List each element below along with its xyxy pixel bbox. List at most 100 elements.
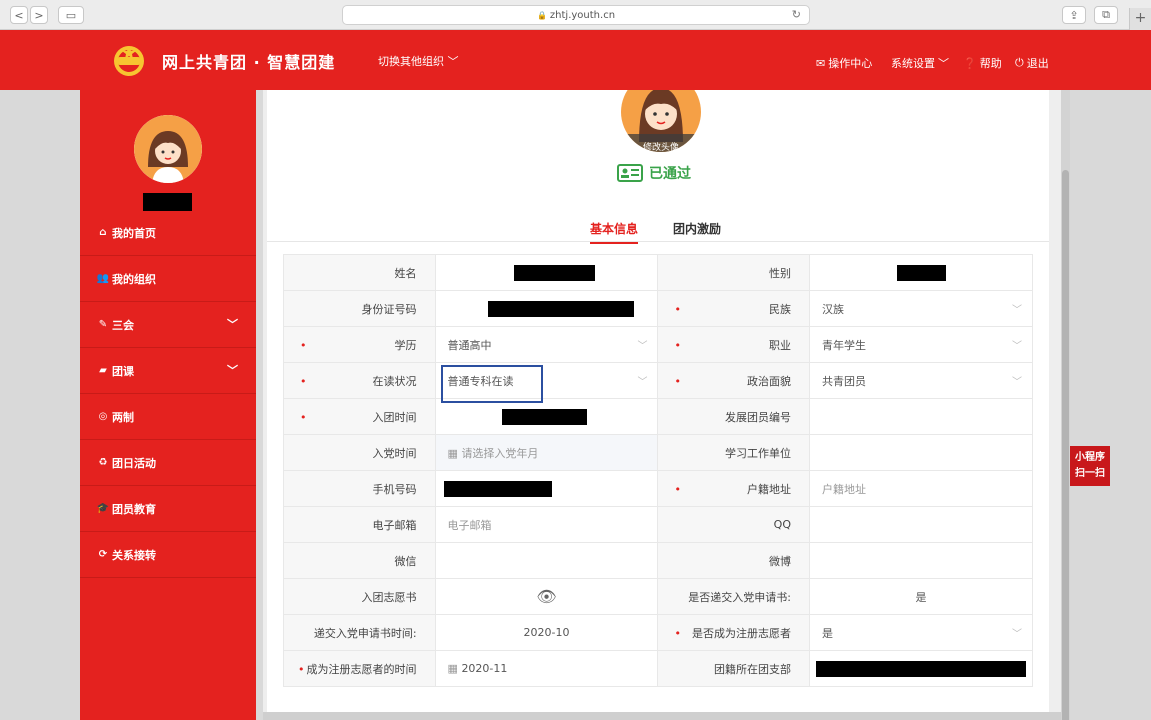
required-marker: • (300, 375, 307, 388)
target-icon: ◎ (98, 411, 108, 422)
redacted-block (443, 480, 552, 497)
wechat-input[interactable] (434, 542, 659, 579)
sidebar-toggle-icon[interactable]: ▭ (58, 6, 84, 24)
sidebar-item-member-education[interactable]: 🎓 团员教育 (80, 486, 256, 532)
email-input[interactable]: 电子邮箱 (434, 506, 659, 543)
id-number-field[interactable] (434, 290, 659, 327)
new-tab-button[interactable]: + (1129, 8, 1151, 30)
help-link[interactable]: ❓ 帮助 (963, 55, 1002, 71)
education-value: 普通高中 (447, 338, 492, 352)
recycle-icon: ♻ (98, 457, 108, 468)
share-icon[interactable]: ⇪ (1062, 6, 1086, 24)
ops-center-label: 操作中心 (828, 57, 873, 70)
email-label: 电子邮箱 (283, 506, 436, 543)
name-field[interactable] (434, 254, 659, 291)
qq-input[interactable] (809, 506, 1033, 543)
chevron-down-icon: ﹀ (637, 377, 648, 388)
status-text: 已通过 (649, 166, 691, 182)
volunteer-date-picker[interactable]: ▦ 2020-11 (434, 650, 659, 687)
league-branch-field[interactable] (809, 650, 1033, 687)
table-row: 入团志愿书 👁 是否递交入党申请书: 是 (283, 578, 1033, 615)
vertical-scrollbar[interactable] (1061, 90, 1070, 720)
sidebar-item-two-systems[interactable]: ◎ 两制 (80, 394, 256, 440)
member-number-field[interactable] (809, 398, 1033, 435)
tabs-overview-icon[interactable]: ⧉ (1094, 6, 1118, 24)
table-row: 姓名 性别 (283, 254, 1033, 291)
profile-avatar[interactable]: 修改头像 (617, 72, 705, 160)
registered-volunteer-label-text: 是否成为注册志愿者 (692, 626, 791, 640)
political-status-label: • 政治面貌 (657, 362, 810, 399)
join-league-date-field[interactable] (434, 398, 659, 435)
household-address-placeholder: 户籍地址 (822, 482, 866, 496)
chevron-down-icon: ﹀ (938, 57, 949, 70)
required-marker: • (674, 627, 681, 640)
phone-field[interactable] (434, 470, 659, 507)
registered-volunteer-select[interactable]: 是 ﹀ (809, 614, 1033, 651)
focus-highlight (440, 365, 543, 403)
political-status-value: 共青团员 (822, 374, 866, 388)
political-status-select[interactable]: 共青团员 ﹀ (809, 362, 1033, 399)
join-party-date-picker[interactable]: ▦ 请选择入党年月 (434, 434, 659, 471)
join-league-date-label: • 入团时间 (283, 398, 436, 435)
gender-field[interactable] (809, 254, 1033, 291)
horizontal-scrollbar[interactable] (263, 712, 1061, 720)
sidebar-item-league-class[interactable]: ▰ 团课 ﹀ (80, 348, 256, 394)
mini-program-qr-button[interactable]: 小程序 扫一扫 (1070, 446, 1110, 486)
occupation-select[interactable]: 青年学生 ﹀ (809, 326, 1033, 363)
sidebar-item-three-meetings[interactable]: ✎ 三会 ﹀ (80, 302, 256, 348)
female-avatar-icon (134, 115, 202, 183)
chevron-down-icon: ﹀ (447, 55, 459, 68)
join-party-date-placeholder: 请选择入党年月 (461, 446, 539, 460)
sidebar-item-transfer[interactable]: ⟳ 关系接转 (80, 532, 256, 578)
application-form-view[interactable]: 👁 (434, 578, 659, 615)
email-placeholder: 电子邮箱 (447, 518, 492, 532)
logout-link[interactable]: ⏻ 退出 (1015, 55, 1049, 71)
refresh-icon: ⟳ (98, 549, 108, 560)
table-row: 手机号码 • 户籍地址 户籍地址 (283, 470, 1033, 507)
table-row: 微信 微博 (283, 542, 1033, 579)
settings-dropdown[interactable]: 系统设置 ﹀ (891, 55, 949, 71)
name-label: 姓名 (283, 254, 436, 291)
join-league-date-label-text: 入团时间 (372, 410, 417, 424)
table-row: • 在读状况 普通专科在读 ﹀ • 政治面貌 共青团员 ﹀ (283, 362, 1033, 403)
registered-volunteer-label: • 是否成为注册志愿者 (657, 614, 810, 651)
required-marker: • (674, 303, 681, 316)
scrollbar-thumb[interactable] (1062, 170, 1069, 720)
study-status-select[interactable]: 普通专科在读 ﹀ (434, 362, 659, 403)
table-row: • 成为注册志愿者的时间 ▦ 2020-11 团籍所在团支部 (283, 650, 1033, 687)
education-label-text: 学历 (394, 338, 417, 352)
chevron-down-icon: ﹀ (1012, 377, 1022, 388)
sidebar-item-league-day[interactable]: ♻ 团日活动 (80, 440, 256, 486)
redacted-block (897, 264, 946, 281)
eye-icon[interactable]: 👁 (536, 587, 556, 606)
site-title[interactable]: 网上共青团 · 智慧团建 (162, 49, 335, 73)
member-number-label: 发展团员编号 (657, 398, 810, 435)
qq-label: QQ (657, 506, 810, 543)
work-unit-field[interactable] (809, 434, 1033, 471)
switch-org-dropdown[interactable]: 切换其他组织 ﹀ (378, 53, 459, 69)
chevron-down-icon: ﹀ (637, 341, 648, 352)
back-button[interactable]: < (10, 6, 28, 24)
tab-basic-info[interactable]: 基本信息 (590, 220, 639, 244)
mail-icon: ✉ (816, 56, 826, 70)
tab-bar: 基本信息 团内激励 (267, 218, 1049, 244)
address-bar[interactable]: 🔒 zhtj.youth.cn ↻ (342, 5, 810, 25)
settings-label: 系统设置 (891, 57, 935, 70)
sidebar-item-my-org[interactable]: 👥 我的组织 (80, 256, 256, 302)
education-select[interactable]: 普通高中 ﹀ (434, 326, 659, 363)
gender-label: 性别 (657, 254, 810, 291)
id-number-label: 身份证号码 (283, 290, 436, 327)
household-address-input[interactable]: 户籍地址 (809, 470, 1033, 507)
ethnicity-value: 汉族 (822, 302, 844, 316)
sidebar-item-home[interactable]: ⌂ 我的首页 (80, 210, 256, 256)
ethnicity-select[interactable]: 汉族 ﹀ (809, 290, 1033, 327)
tab-league-incentive[interactable]: 团内激励 (673, 220, 721, 237)
redacted-block (501, 408, 587, 425)
table-row: 电子邮箱 电子邮箱 QQ (283, 506, 1033, 543)
lock-icon: 🔒 (536, 10, 547, 20)
weibo-input[interactable] (809, 542, 1033, 579)
youth-league-logo-icon[interactable] (110, 43, 148, 77)
reload-icon[interactable]: ↻ (792, 8, 801, 21)
forward-button[interactable]: > (30, 6, 48, 24)
ops-center-link[interactable]: ✉ 操作中心 (816, 55, 872, 71)
